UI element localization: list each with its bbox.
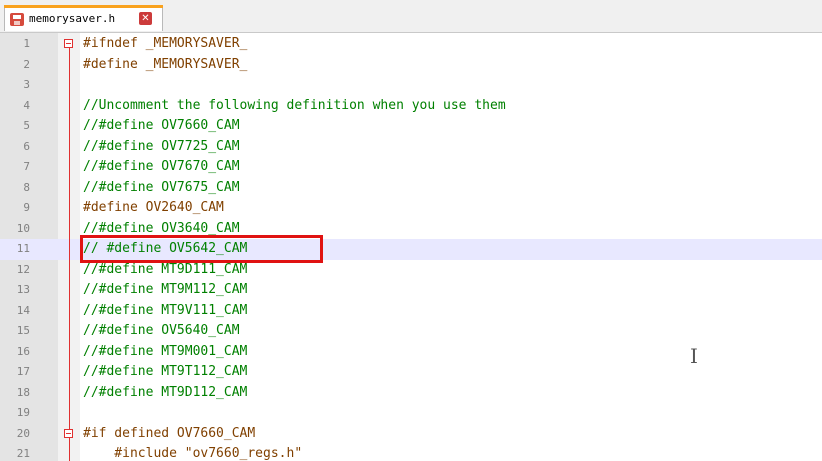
code-line[interactable]: 16 //#define MT9M001_CAM	[0, 342, 822, 363]
code-text[interactable]: //#define OV7675_CAM	[83, 178, 240, 199]
line-number: 18	[16, 385, 30, 399]
line-number: 14	[16, 303, 30, 317]
line-number: 20	[16, 426, 30, 440]
tab-filename[interactable]: memorysaver.h	[29, 12, 115, 25]
code-line[interactable]: 8 //#define OV7675_CAM	[0, 178, 822, 199]
tab-bar: memorysaver.h ✕	[0, 0, 822, 33]
line-number: 7	[23, 160, 30, 173]
line-number: 8	[23, 180, 30, 194]
code-line[interactable]: 3	[0, 75, 822, 96]
code-text[interactable]: #ifndef _MEMORYSAVER_	[83, 34, 247, 55]
line-number: 3	[23, 78, 30, 91]
text-cursor-icon: I	[690, 344, 698, 368]
line-number: 19	[16, 406, 30, 419]
line-number: 11	[16, 242, 30, 255]
code-text[interactable]: //#define OV5640_CAM	[83, 321, 240, 342]
code-line[interactable]: 9 #define OV2640_CAM	[0, 198, 822, 219]
code-text[interactable]: //#define OV7670_CAM	[83, 157, 240, 178]
code-line[interactable]: 19	[0, 403, 822, 424]
line-number: 1	[23, 37, 30, 50]
code-line[interactable]: 2 #define _MEMORYSAVER_	[0, 55, 822, 76]
save-icon	[10, 13, 24, 26]
code-text[interactable]: //Uncomment the following definition whe…	[83, 96, 506, 117]
code-text[interactable]: //#define MT9V111_CAM	[83, 301, 247, 322]
line-number: 13	[16, 283, 30, 296]
fold-toggle-icon[interactable]	[64, 428, 73, 438]
code-text[interactable]: //#define MT9T112_CAM	[83, 362, 247, 383]
code-text[interactable]: //#define MT9M112_CAM	[83, 280, 247, 301]
tab-memorysaver[interactable]: memorysaver.h ✕	[4, 5, 163, 31]
code-line[interactable]: 13 //#define MT9M112_CAM	[0, 280, 822, 301]
code-text[interactable]: #define OV2640_CAM	[83, 198, 224, 219]
line-number: 9	[23, 201, 30, 214]
line-number: 21	[16, 447, 30, 460]
line-number: 2	[23, 57, 30, 71]
code-line[interactable]: 14 //#define MT9V111_CAM	[0, 301, 822, 322]
line-number: 10	[16, 221, 30, 235]
code-line[interactable]: 20 #if defined OV7660_CAM	[0, 424, 822, 445]
code-text[interactable]: #if defined OV7660_CAM	[83, 424, 255, 445]
fold-toggle-icon[interactable]	[64, 39, 73, 48]
line-number: 15	[16, 324, 30, 337]
close-icon[interactable]: ✕	[139, 12, 152, 25]
line-number: 17	[16, 365, 30, 378]
tab-active-indicator	[4, 5, 163, 8]
code-line[interactable]: 18 //#define MT9D112_CAM	[0, 383, 822, 404]
code-line[interactable]: 7 //#define OV7670_CAM	[0, 157, 822, 178]
line-number: 5	[23, 119, 30, 132]
code-text[interactable]: //#define OV7725_CAM	[83, 137, 240, 158]
code-editor[interactable]: 1 #ifndef _MEMORYSAVER_ 2 #define _MEMORYSA…	[0, 33, 822, 461]
code-text[interactable]: #define _MEMORYSAVER_	[83, 55, 247, 76]
code-line[interactable]: 17 //#define MT9T112_CAM	[0, 362, 822, 383]
code-line[interactable]: 5 //#define OV7660_CAM	[0, 116, 822, 137]
line-number: 16	[16, 344, 30, 358]
line-number: 4	[23, 98, 30, 112]
line-number: 12	[16, 262, 30, 276]
code-text[interactable]: //#define OV7660_CAM	[83, 116, 240, 137]
code-text[interactable]: //#define MT9M001_CAM	[83, 342, 247, 363]
code-line[interactable]: 6 //#define OV7725_CAM	[0, 137, 822, 158]
code-text[interactable]: #include "ov7660_regs.h"	[83, 444, 302, 461]
code-line[interactable]: 15 //#define OV5640_CAM	[0, 321, 822, 342]
line-number: 6	[23, 139, 30, 153]
fold-guide-line	[69, 47, 70, 461]
code-line[interactable]: 4 //Uncomment the following definition wh…	[0, 96, 822, 117]
code-line[interactable]: 1 #ifndef _MEMORYSAVER_	[0, 34, 822, 55]
code-text[interactable]: //#define MT9D112_CAM	[83, 383, 247, 404]
code-line[interactable]: 21 #include "ov7660_regs.h"	[0, 444, 822, 461]
highlight-annotation-box	[80, 235, 323, 263]
